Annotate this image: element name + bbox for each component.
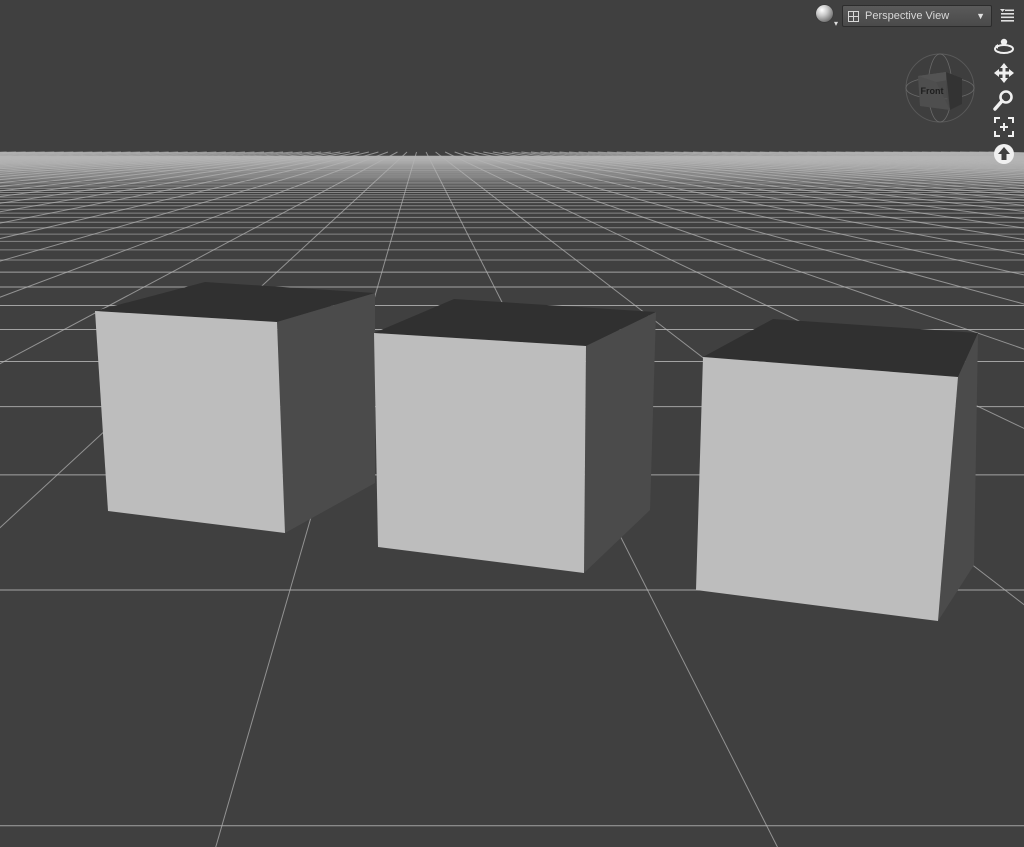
cube-2-front: [374, 333, 586, 573]
grid-line: [0, 151, 26, 154]
grid-line: [0, 151, 55, 155]
viewport-toolbar: ▾ Perspective View ▼: [814, 4, 1018, 28]
home-view-button[interactable]: [992, 142, 1016, 166]
navigation-cube[interactable]: Front: [904, 52, 976, 124]
scene-canvas[interactable]: [0, 0, 1024, 847]
zoom-button[interactable]: [992, 88, 1016, 112]
chevron-down-icon: ▾: [833, 19, 838, 28]
environment-button[interactable]: ▾: [814, 4, 838, 28]
grid-line: [0, 151, 17, 153]
grid-line: [0, 151, 45, 154]
viewport-menu-icon: [1000, 9, 1014, 22]
cube-1-front: [95, 311, 285, 533]
viewport-3d[interactable]: ▾ Perspective View ▼ Front: [0, 0, 1024, 847]
grid-line: [0, 151, 7, 153]
cube-1[interactable]: [95, 282, 375, 533]
dropdown-arrow-icon: ▼: [976, 11, 985, 21]
cube-2-side: [584, 312, 656, 573]
grid-line: [978, 151, 1024, 154]
cube-1-side: [277, 293, 375, 533]
viewport-layout-icon: [848, 10, 859, 22]
up-arrow-icon: [994, 144, 1014, 164]
grid-line: [969, 151, 1024, 154]
grid-line: [0, 151, 74, 156]
grid-line: [0, 151, 93, 156]
cube-2[interactable]: [374, 299, 656, 573]
frame-button[interactable]: [992, 115, 1016, 139]
grid-line: [0, 151, 64, 155]
navigation-tools: [992, 34, 1016, 166]
nav-cube-face-label: Front: [921, 86, 944, 96]
sphere-preview-icon: [816, 5, 833, 22]
grid-line: [988, 151, 1024, 154]
grid-line: [0, 151, 83, 156]
pan-icon: [994, 63, 1014, 83]
view-select-dropdown[interactable]: Perspective View ▼: [842, 5, 992, 27]
viewport-menu-button[interactable]: [996, 5, 1018, 27]
cube-3[interactable]: [696, 319, 978, 621]
orbit-icon: [994, 38, 1014, 54]
view-select-label: Perspective View: [865, 10, 950, 22]
zoom-icon: [993, 90, 1013, 111]
orbit-button[interactable]: [992, 34, 1016, 58]
nav-cube-icon: Front: [905, 53, 975, 123]
frame-icon: [994, 117, 1014, 137]
pan-button[interactable]: [992, 61, 1016, 85]
cube-3-front: [696, 357, 958, 621]
